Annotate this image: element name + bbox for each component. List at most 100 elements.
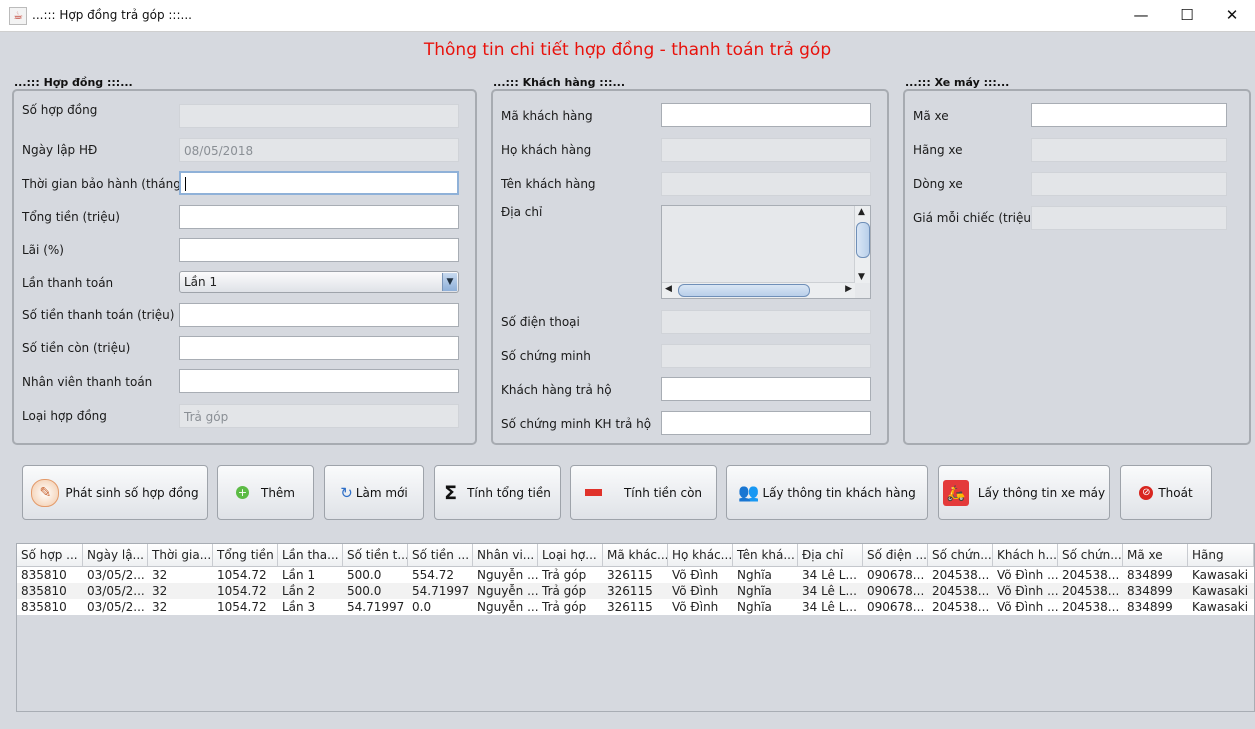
table-header-cell[interactable]: Tên khá... [733, 544, 798, 566]
so-chung-minh-tra-ho-label: Số chứng minh KH trả hộ [501, 417, 652, 431]
table-cell: 32 [152, 568, 168, 582]
so-chung-minh-field[interactable] [661, 344, 871, 368]
table-cell: Võ Đình [672, 600, 719, 614]
ho-khach-hang-field[interactable] [661, 138, 871, 162]
table-cell: 204538... [932, 600, 990, 614]
table-cell: Võ Đình ... [997, 584, 1058, 598]
table-cell: 090678... [867, 568, 925, 582]
khach-hang-tra-ho-field[interactable] [661, 377, 871, 401]
dia-chi-textarea[interactable]: ▲ ▼ ◀ ▶ [661, 205, 871, 299]
table-header-cell[interactable]: Số tiền ... [408, 544, 473, 566]
table-header-cell[interactable]: Loại hợ... [538, 544, 603, 566]
tong-tien-label: Tổng tiền (triệu) [22, 210, 120, 224]
table-header-cell[interactable]: Nhân vi... [473, 544, 538, 566]
table-cell: Võ Đình [672, 568, 719, 582]
table-header-cell[interactable]: Mã xe [1123, 544, 1188, 566]
so-dien-thoai-label: Số điện thoại [501, 315, 580, 329]
vertical-scrollbar[interactable]: ▲ ▼ [854, 206, 870, 283]
hang-xe-field[interactable] [1031, 138, 1227, 162]
table-header-cell[interactable]: Số chứn... [1058, 544, 1123, 566]
thoat-label: Thoát [1158, 485, 1193, 500]
ten-khach-hang-field[interactable] [661, 172, 871, 196]
scroll-up-icon[interactable]: ▲ [858, 207, 865, 217]
nhan-vien-field[interactable] [179, 369, 459, 393]
table-header-cell[interactable]: Số hợp ... [17, 544, 83, 566]
maximize-button[interactable]: ☐ [1164, 0, 1210, 31]
table-header-cell[interactable]: Số chứn... [928, 544, 993, 566]
so-hop-dong-field[interactable] [179, 104, 459, 128]
table-cell: 54.71997 [412, 584, 470, 598]
horizontal-scroll-thumb[interactable] [678, 284, 810, 297]
table-header-cell[interactable]: Hãng [1188, 544, 1254, 566]
phat-sinh-so-hop-dong-button[interactable]: ✎ Phát sinh số hợp đồng [22, 465, 208, 520]
lay-kh-label: Lấy thông tin khách hàng [762, 485, 916, 500]
nhan-vien-label: Nhân viên thanh toán [22, 375, 153, 389]
gia-moi-chiec-field[interactable] [1031, 206, 1227, 230]
lan-thanh-toan-label: Lần thanh toán [22, 276, 114, 290]
table-cell: 326115 [607, 600, 653, 614]
so-hop-dong-label: Số hợp đồng [22, 103, 98, 117]
table-header-cell[interactable]: Địa chỉ [798, 544, 863, 566]
horizontal-scrollbar[interactable]: ◀ ▶ [662, 282, 855, 298]
table-cell: Trả góp [542, 600, 587, 614]
table-cell: 03/05/2... [87, 584, 145, 598]
table-cell: Trả góp [542, 568, 587, 582]
chevron-down-icon[interactable]: ▼ [442, 273, 457, 291]
so-tien-con-field[interactable] [179, 336, 459, 360]
pencil-icon: ✎ [31, 478, 60, 507]
table-cell: 34 Lê L... [802, 568, 857, 582]
table-header-cell[interactable]: Khách h... [993, 544, 1058, 566]
lan-thanh-toan-select[interactable]: Lần 1 ▼ [179, 271, 459, 293]
table-header-cell[interactable]: Số điện ... [863, 544, 928, 566]
close-button[interactable]: ✕ [1209, 0, 1255, 31]
ma-khach-hang-field[interactable] [661, 103, 871, 127]
table-cell: 500.0 [347, 584, 382, 598]
tinh-tien-con-button[interactable]: Tính tiền còn [570, 465, 717, 520]
lam-moi-label: Làm mới [355, 485, 408, 500]
lam-moi-button[interactable]: ↻ Làm mới [324, 465, 424, 520]
hang-xe-label: Hãng xe [913, 143, 963, 157]
table-row[interactable]: 835810 03/05/2... 32 1054.72 Lần 1 500.0 554.7… [17, 567, 1254, 583]
scroll-right-icon[interactable]: ▶ [845, 284, 852, 294]
tinh-tong-label: Tính tổng tiền [467, 485, 551, 500]
table-header-cell[interactable]: Mã khác... [603, 544, 668, 566]
scroll-down-icon[interactable]: ▼ [858, 272, 865, 282]
thoat-button[interactable]: ⊘ Thoát [1120, 465, 1212, 520]
table-cell: Võ Đình [672, 584, 719, 598]
loai-hop-dong-field[interactable]: Trả góp [179, 404, 459, 428]
so-chung-minh-tra-ho-field[interactable] [661, 411, 871, 435]
dong-xe-field[interactable] [1031, 172, 1227, 196]
ngay-lap-field[interactable]: 08/05/2018 [179, 138, 459, 162]
table-header-cell[interactable]: Họ khác... [668, 544, 733, 566]
so-dien-thoai-field[interactable] [661, 310, 871, 334]
table-header-cell[interactable]: Thời gia... [148, 544, 213, 566]
lai-field[interactable] [179, 238, 459, 262]
lay-xe-label: Lấy thông tin xe máy [977, 485, 1106, 500]
table-row[interactable]: 835810 03/05/2... 32 1054.72 Lần 3 54.71997 0.… [17, 599, 1254, 615]
table-header-cell[interactable]: Ngày lậ... [83, 544, 148, 566]
ma-xe-field[interactable] [1031, 103, 1227, 127]
table-header-cell[interactable]: Tổng tiền [213, 544, 278, 566]
so-tien-thanh-toan-field[interactable] [179, 303, 459, 327]
minimize-button[interactable]: — [1118, 0, 1164, 31]
table-cell: Nghĩa [737, 600, 772, 614]
dong-xe-label: Dòng xe [913, 177, 963, 191]
table-cell: 32 [152, 600, 168, 614]
table-cell: 835810 [21, 568, 67, 582]
tinh-tong-tien-button[interactable]: Σ Tính tổng tiền [434, 465, 561, 520]
tong-tien-field[interactable] [179, 205, 459, 229]
table-header-cell[interactable]: Lần tha... [278, 544, 343, 566]
table-row[interactable]: 835810 03/05/2... 32 1054.72 Lần 2 500.0 54.71… [17, 583, 1254, 599]
loai-hop-dong-label: Loại hợp đồng [22, 409, 107, 423]
them-button[interactable]: + Thêm [217, 465, 314, 520]
contract-table[interactable]: Số hợp ... Ngày lậ... Thời gia... Tổng tiền… [16, 543, 1255, 712]
lay-thong-tin-khach-hang-button[interactable]: 👥 Lấy thông tin khách hàng [726, 465, 928, 520]
lay-thong-tin-xe-may-button[interactable]: 🛵 Lấy thông tin xe máy [938, 465, 1110, 520]
scroll-left-icon[interactable]: ◀ [665, 284, 672, 294]
table-cell: Nghĩa [737, 568, 772, 582]
table-cell: 326115 [607, 584, 653, 598]
bao-hanh-field[interactable] [179, 171, 459, 195]
table-cell: 500.0 [347, 568, 382, 582]
vertical-scroll-thumb[interactable] [856, 222, 870, 258]
table-header-cell[interactable]: Số tiền t... [343, 544, 408, 566]
